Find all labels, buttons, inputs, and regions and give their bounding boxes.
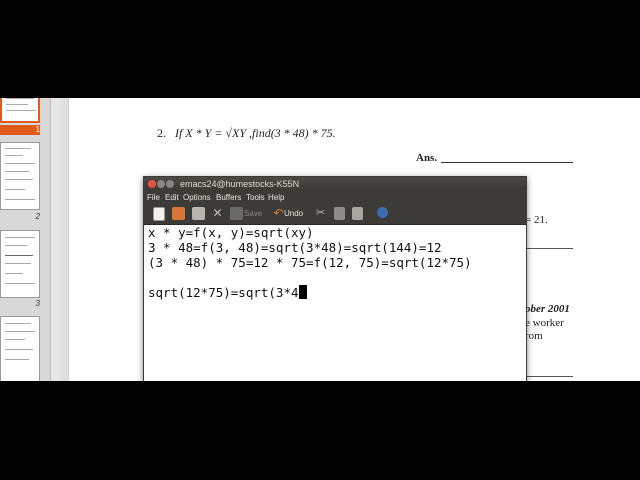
answer-label: Ans. [416, 152, 438, 164]
page-text-equals: = 21. [525, 214, 548, 226]
question-number: 2. [157, 126, 166, 140]
thumbnail-page-4[interactable] [0, 316, 40, 381]
editor-buffer[interactable]: x * y=f(x, y)=sqrt(xy) 3 * 48=f(3, 48)=s… [144, 225, 526, 382]
thumbnail-panel: 1 2 3 [0, 98, 51, 381]
buffer-line-1: x * y=f(x, y)=sqrt(xy) [148, 225, 314, 240]
menu-options[interactable]: Options [183, 191, 211, 204]
search-icon[interactable] [377, 207, 388, 218]
buffer-line-5: sqrt(12*75)=sqrt(3*4 [148, 285, 307, 300]
window-titlebar[interactable]: emacs24@humestocks-K55N [144, 177, 526, 191]
emacs-window: emacs24@humestocks-K55N File Edit Option… [143, 176, 527, 383]
page-rule-2 [526, 376, 573, 377]
open-folder-icon[interactable] [172, 207, 185, 220]
answer-blank-line [441, 162, 573, 163]
window-title: emacs24@humestocks-K55N [180, 179, 300, 189]
toolbar: ✕ Save ↶ Undo ✂ [144, 204, 526, 225]
menu-help[interactable]: Help [268, 191, 284, 204]
thumbnail-label-2: 2 [35, 212, 40, 221]
paste-icon[interactable] [352, 207, 363, 220]
close-icon[interactable]: ✕ [211, 207, 224, 220]
page-text-worker: e worker [525, 317, 564, 329]
letterbox-bottom [0, 381, 640, 480]
buffer-line-2: 3 * 48=f(3, 48)=sqrt(3*48)=sqrt(144)=12 [148, 240, 442, 255]
page-rule-1 [526, 248, 573, 249]
menu-edit[interactable]: Edit [165, 191, 179, 204]
new-file-icon[interactable] [153, 207, 165, 221]
menu-buffers[interactable]: Buffers [216, 191, 241, 204]
question-text: If X * Y = √XY ,find(3 * 48) * 75. [175, 126, 336, 140]
open-dired-icon[interactable] [192, 207, 205, 220]
page-text-from: rom [525, 330, 543, 342]
save-button[interactable]: Save [244, 208, 262, 220]
thumbnail-page-1[interactable] [0, 98, 40, 123]
close-window-icon[interactable] [148, 180, 156, 188]
menu-tools[interactable]: Tools [246, 191, 265, 204]
question-2: 2. If X * Y = √XY ,find(3 * 48) * 75. [157, 126, 336, 141]
menu-file[interactable]: File [147, 191, 160, 204]
text-cursor [298, 285, 307, 299]
page-text-date: ober 2001 [525, 303, 570, 315]
thumbnail-page-3[interactable] [0, 230, 40, 298]
page-gutter [60, 98, 68, 381]
save-icon[interactable] [230, 207, 243, 220]
thumbnail-page-2[interactable] [0, 142, 40, 210]
undo-button[interactable]: Undo [284, 208, 303, 220]
thumbnail-label-3: 3 [35, 299, 40, 308]
menu-bar: File Edit Options Buffers Tools Help [144, 191, 526, 204]
buffer-line-3: (3 * 48) * 75=12 * 75=f(12, 75)=sqrt(12*… [148, 255, 472, 270]
buffer-line-5-text: sqrt(12*75)=sqrt(3*4 [148, 285, 299, 300]
thumbnail-label-1: 1 [0, 125, 40, 135]
cut-icon[interactable]: ✂ [314, 207, 327, 220]
copy-icon[interactable] [334, 207, 345, 220]
letterbox-top [0, 0, 640, 98]
maximize-window-icon[interactable] [166, 180, 174, 188]
minimize-window-icon[interactable] [157, 180, 165, 188]
